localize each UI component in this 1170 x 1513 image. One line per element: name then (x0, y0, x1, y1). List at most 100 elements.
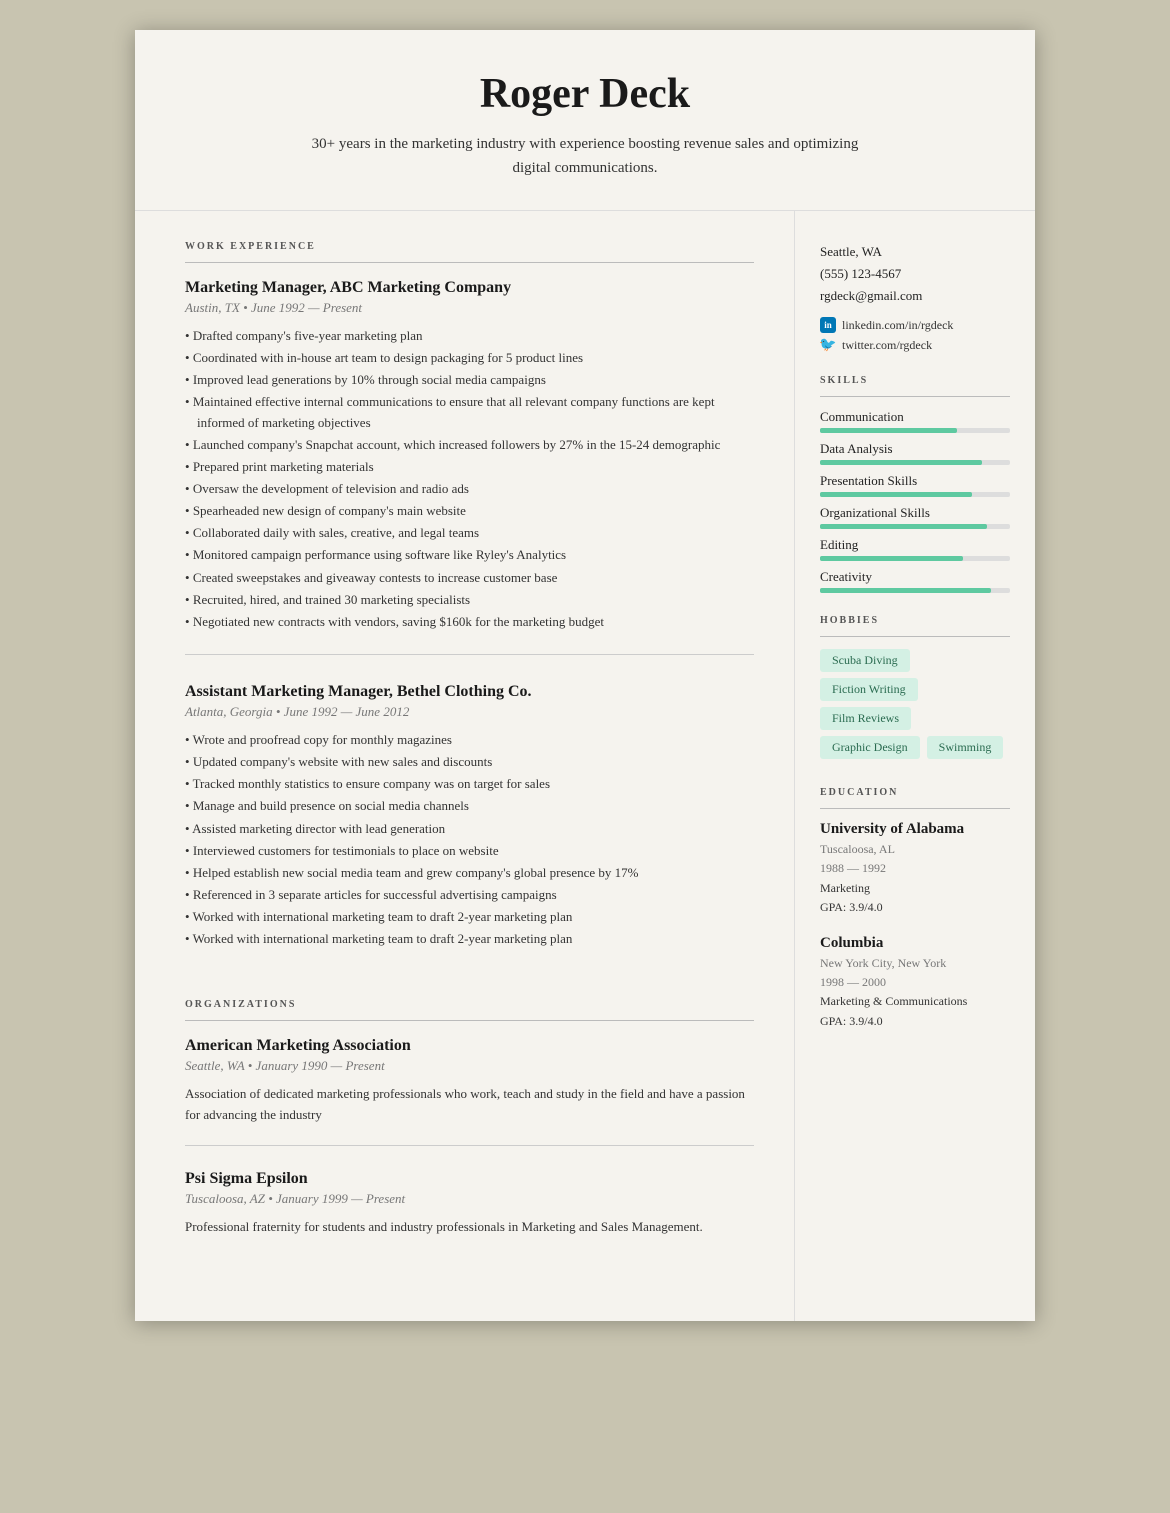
bullet-item: Drafted company's five-year marketing pl… (185, 326, 754, 346)
job-title-2: Assistant Marketing Manager, Bethel Clot… (185, 683, 754, 701)
skill-bar-bg-2 (820, 492, 1010, 497)
contact-phone: (555) 123-4567 (820, 263, 1010, 285)
job-block-2: Assistant Marketing Manager, Bethel Clot… (185, 683, 754, 971)
contact-city: Seattle, WA (820, 241, 1010, 263)
bullet-item: Updated company's website with new sales… (185, 752, 754, 772)
contact-email: rgdeck@gmail.com (820, 285, 1010, 307)
bullet-item: Maintained effective internal communicat… (185, 392, 754, 432)
bullet-item: Spearheaded new design of company's main… (185, 501, 754, 521)
edu-school-1: Columbia (820, 935, 1010, 952)
bullet-item: Tracked monthly statistics to ensure com… (185, 774, 754, 794)
skill-name-0: Communication (820, 409, 1010, 425)
main-content: WORK EXPERIENCE Marketing Manager, ABC M… (135, 211, 795, 1321)
edu-years-0: 1988 — 1992 (820, 859, 1010, 878)
skill-row-2: Presentation Skills (820, 473, 1010, 497)
skill-name-1: Data Analysis (820, 441, 1010, 457)
job-meta-1: Austin, TX • June 1992 — Present (185, 300, 754, 316)
work-experience-label: WORK EXPERIENCE (185, 241, 754, 252)
bullet-item: Recruited, hired, and trained 30 marketi… (185, 590, 754, 610)
body-layout: WORK EXPERIENCE Marketing Manager, ABC M… (135, 211, 1035, 1321)
contact-block: Seattle, WA (555) 123-4567 rgdeck@gmail.… (820, 241, 1010, 353)
bullet-item: Collaborated daily with sales, creative,… (185, 523, 754, 543)
org-meta-2: Tuscaloosa, AZ • January 1999 — Present (185, 1191, 754, 1207)
work-experience-section: WORK EXPERIENCE Marketing Manager, ABC M… (185, 241, 754, 971)
hobbies-tags: Scuba Diving Fiction Writing Film Review… (820, 649, 1010, 765)
organizations-section: ORGANIZATIONS American Marketing Associa… (185, 999, 754, 1256)
bullet-item: Worked with international marketing team… (185, 907, 754, 927)
skill-row-4: Editing (820, 537, 1010, 561)
resume-header: Roger Deck 30+ years in the marketing in… (135, 30, 1035, 211)
skill-bar-fill-3 (820, 524, 987, 529)
bullet-item: Oversaw the development of television an… (185, 479, 754, 499)
org-name-2: Psi Sigma Epsilon (185, 1170, 754, 1188)
skill-bar-bg-4 (820, 556, 1010, 561)
edu-years-1: 1998 — 2000 (820, 973, 1010, 992)
skill-bar-bg-5 (820, 588, 1010, 593)
org-desc-1: Association of dedicated marketing profe… (185, 1084, 754, 1124)
skill-name-3: Organizational Skills (820, 505, 1010, 521)
bullet-item: Launched company's Snapchat account, whi… (185, 435, 754, 455)
edu-block-1: Columbia New York City, New York 1998 — … (820, 935, 1010, 1031)
skill-name-4: Editing (820, 537, 1010, 553)
org-meta-1: Seattle, WA • January 1990 — Present (185, 1058, 754, 1074)
bullet-item: Improved lead generations by 10% through… (185, 370, 754, 390)
bullet-item: Created sweepstakes and giveaway contest… (185, 568, 754, 588)
job-meta-2: Atlanta, Georgia • June 1992 — June 2012 (185, 704, 754, 720)
bullet-item: Monitored campaign performance using sof… (185, 545, 754, 565)
org-name-1: American Marketing Association (185, 1037, 754, 1055)
edu-school-0: University of Alabama (820, 821, 1010, 838)
education-section: EDUCATION University of Alabama Tuscaloo… (820, 787, 1010, 1031)
skill-name-5: Creativity (820, 569, 1010, 585)
candidate-tagline: 30+ years in the marketing industry with… (295, 132, 875, 180)
bullet-item: Prepared print marketing materials (185, 457, 754, 477)
job-bullets-1: Drafted company's five-year marketing pl… (185, 326, 754, 632)
linkedin-link: linkedin.com/in/rgdeck (842, 318, 953, 333)
job-block-1: Marketing Manager, ABC Marketing Company… (185, 279, 754, 655)
hobby-tag-1: Fiction Writing (820, 678, 918, 701)
hobby-tag-3: Graphic Design (820, 736, 920, 759)
skill-bar-fill-4 (820, 556, 963, 561)
skill-bar-bg-3 (820, 524, 1010, 529)
sidebar: Seattle, WA (555) 123-4567 rgdeck@gmail.… (795, 211, 1035, 1093)
hobby-tag-4: Swimming (927, 736, 1004, 759)
bullet-item: Coordinated with in-house art team to de… (185, 348, 754, 368)
skill-bar-bg-1 (820, 460, 1010, 465)
hobbies-section: HOBBIES Scuba Diving Fiction Writing Fil… (820, 615, 1010, 765)
org-block-1: American Marketing Association Seattle, … (185, 1037, 754, 1145)
skill-bar-fill-1 (820, 460, 982, 465)
bullet-item: Negotiated new contracts with vendors, s… (185, 612, 754, 632)
skill-bar-fill-0 (820, 428, 957, 433)
edu-gpa-0: GPA: 3.9/4.0 (820, 898, 1010, 917)
skill-name-2: Presentation Skills (820, 473, 1010, 489)
bullet-item: Wrote and proofread copy for monthly mag… (185, 730, 754, 750)
skill-bar-bg-0 (820, 428, 1010, 433)
skill-bar-fill-2 (820, 492, 972, 497)
org-desc-2: Professional fraternity for students and… (185, 1217, 754, 1237)
linkedin-row: in linkedin.com/in/rgdeck (820, 317, 1010, 333)
skill-row-3: Organizational Skills (820, 505, 1010, 529)
bullet-item: Interviewed customers for testimonials t… (185, 841, 754, 861)
edu-gpa-1: GPA: 3.9/4.0 (820, 1012, 1010, 1031)
hobbies-label: HOBBIES (820, 615, 1010, 626)
skills-label: SKILLS (820, 375, 1010, 386)
skill-row-1: Data Analysis (820, 441, 1010, 465)
skills-section: SKILLS Communication Data Analysis Prese… (820, 375, 1010, 593)
education-label: EDUCATION (820, 787, 1010, 798)
resume-document: Roger Deck 30+ years in the marketing in… (135, 30, 1035, 1321)
edu-location-1: New York City, New York (820, 954, 1010, 973)
organizations-label: ORGANIZATIONS (185, 999, 754, 1010)
job-bullets-2: Wrote and proofread copy for monthly mag… (185, 730, 754, 949)
linkedin-icon: in (820, 317, 836, 333)
bullet-item: Manage and build presence on social medi… (185, 796, 754, 816)
bullet-item: Helped establish new social media team a… (185, 863, 754, 883)
edu-block-0: University of Alabama Tuscaloosa, AL 198… (820, 821, 1010, 917)
edu-field-1: Marketing & Communications (820, 992, 1010, 1011)
hobby-tag-0: Scuba Diving (820, 649, 910, 672)
bullet-item: Worked with international marketing team… (185, 929, 754, 949)
bullet-item: Assisted marketing director with lead ge… (185, 819, 754, 839)
twitter-row: 🐦 twitter.com/rgdeck (820, 337, 1010, 353)
edu-field-0: Marketing (820, 879, 1010, 898)
bullet-item: Referenced in 3 separate articles for su… (185, 885, 754, 905)
twitter-link: twitter.com/rgdeck (842, 338, 932, 353)
org-block-2: Psi Sigma Epsilon Tuscaloosa, AZ • Janua… (185, 1170, 754, 1257)
